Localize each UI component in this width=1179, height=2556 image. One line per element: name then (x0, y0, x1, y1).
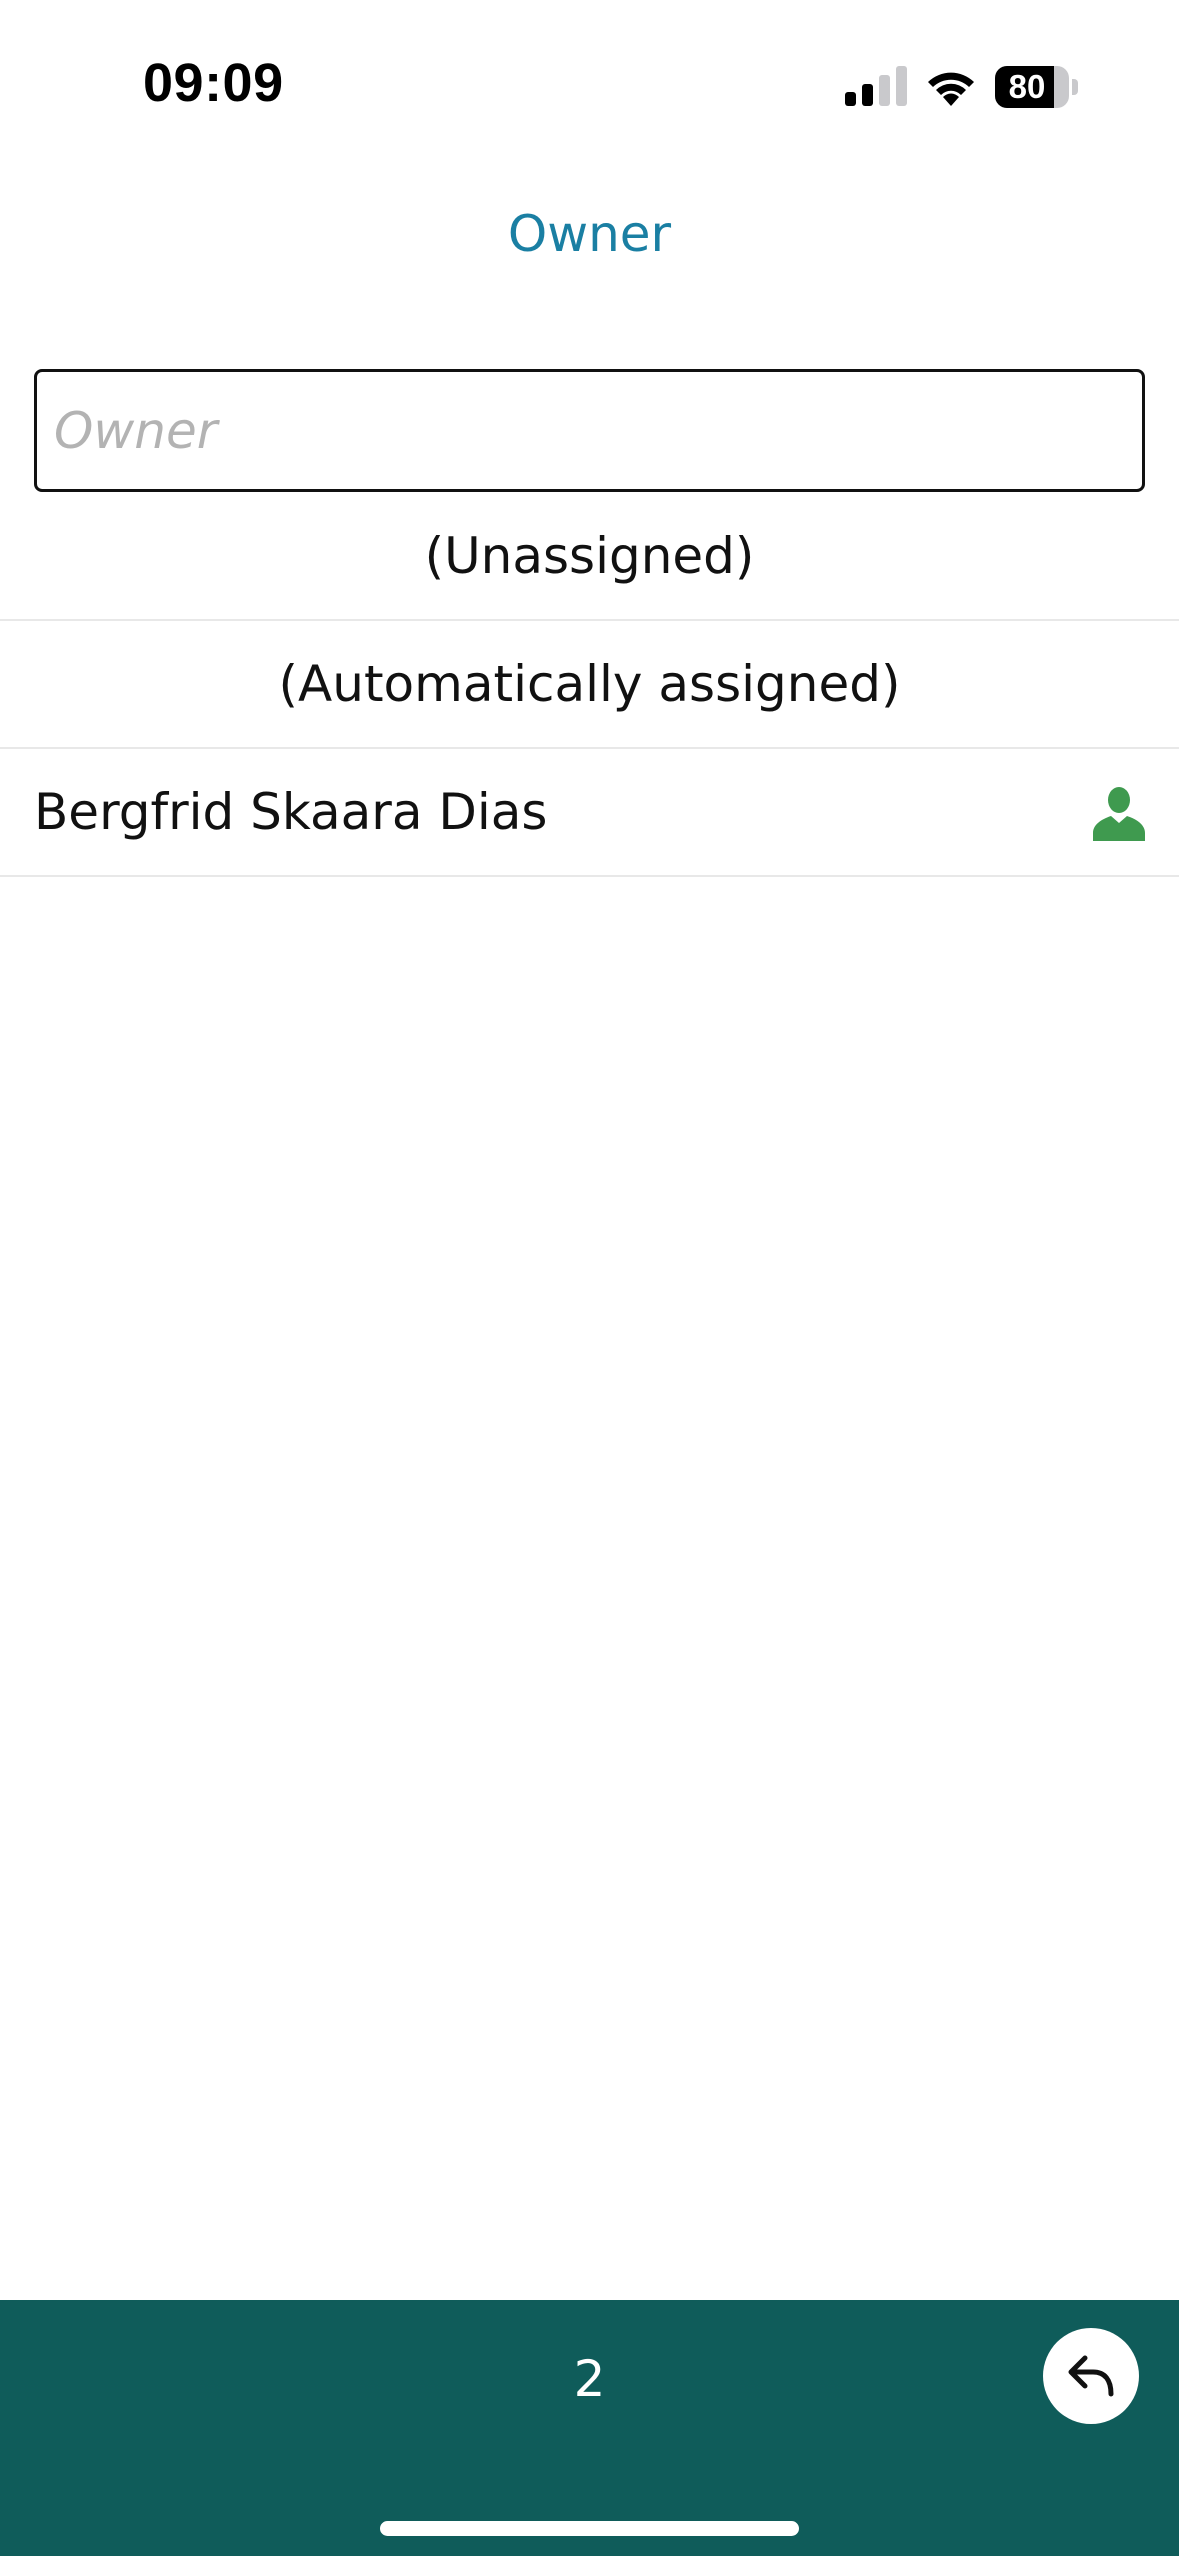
owner-search-input[interactable] (34, 369, 1145, 492)
owner-option-label: Bergfrid Skaara Dias (34, 783, 548, 841)
user-icon (1093, 787, 1145, 841)
owner-option-label: (Unassigned) (424, 527, 755, 585)
cellular-signal-icon (845, 66, 907, 106)
owner-option-automatically-assigned[interactable]: (Automatically assigned) (0, 621, 1179, 749)
wifi-icon (928, 72, 974, 106)
bottom-toolbar: 2 (0, 2300, 1179, 2556)
owner-picker-screen: 09:09 80 Owner (Unassigned) (Automatica (0, 0, 1179, 2556)
undo-arrow-icon (1068, 2355, 1114, 2397)
status-time: 09:09 (143, 53, 284, 113)
battery-icon: 80 (995, 66, 1078, 108)
page-number: 2 (573, 2350, 606, 2408)
back-button[interactable] (1043, 2328, 1139, 2424)
owner-option-label: (Automatically assigned) (278, 655, 901, 713)
page-title: Owner (507, 205, 672, 263)
battery-level: 80 (1008, 68, 1046, 105)
owner-option-unassigned[interactable]: (Unassigned) (0, 493, 1179, 621)
owner-option-user[interactable]: Bergfrid Skaara Dias (0, 749, 1179, 877)
owner-list: (Unassigned) (Automatically assigned) Be… (0, 493, 1179, 877)
home-indicator (380, 2521, 799, 2536)
status-bar: 09:09 80 (0, 0, 1179, 175)
